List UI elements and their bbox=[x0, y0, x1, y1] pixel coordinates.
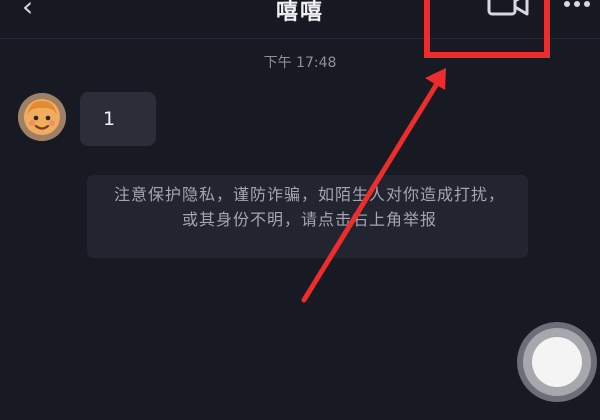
video-call-button[interactable] bbox=[487, 0, 529, 20]
chat-header: ‹ 嘻嘻 bbox=[0, 0, 600, 39]
received-message-bubble[interactable]: 1 bbox=[80, 92, 156, 146]
message-text: 1 bbox=[103, 108, 116, 130]
circle-record-icon bbox=[517, 322, 597, 402]
more-horizontal-icon bbox=[564, 1, 590, 7]
privacy-warning-text: 注意保护隐私，谨防诈骗，如陌生人对你造成打扰，或其身份不明，请点击右上角举报 bbox=[113, 185, 505, 229]
cartoon-avatar-icon bbox=[18, 93, 66, 141]
chat-screen: ‹ 嘻嘻 下午 17:48 1 注意保护隐私，谨防诈骗，如陌生人对你造成打扰，或… bbox=[0, 0, 600, 420]
floating-record-button[interactable] bbox=[515, 320, 599, 404]
video-camera-icon bbox=[487, 0, 529, 16]
message-timestamp: 下午 17:48 bbox=[263, 55, 337, 71]
sender-avatar[interactable] bbox=[18, 93, 66, 141]
privacy-warning-notice: 注意保护隐私，谨防诈骗，如陌生人对你造成打扰，或其身份不明，请点击右上角举报 bbox=[87, 175, 528, 258]
more-options-button[interactable] bbox=[562, 0, 592, 12]
